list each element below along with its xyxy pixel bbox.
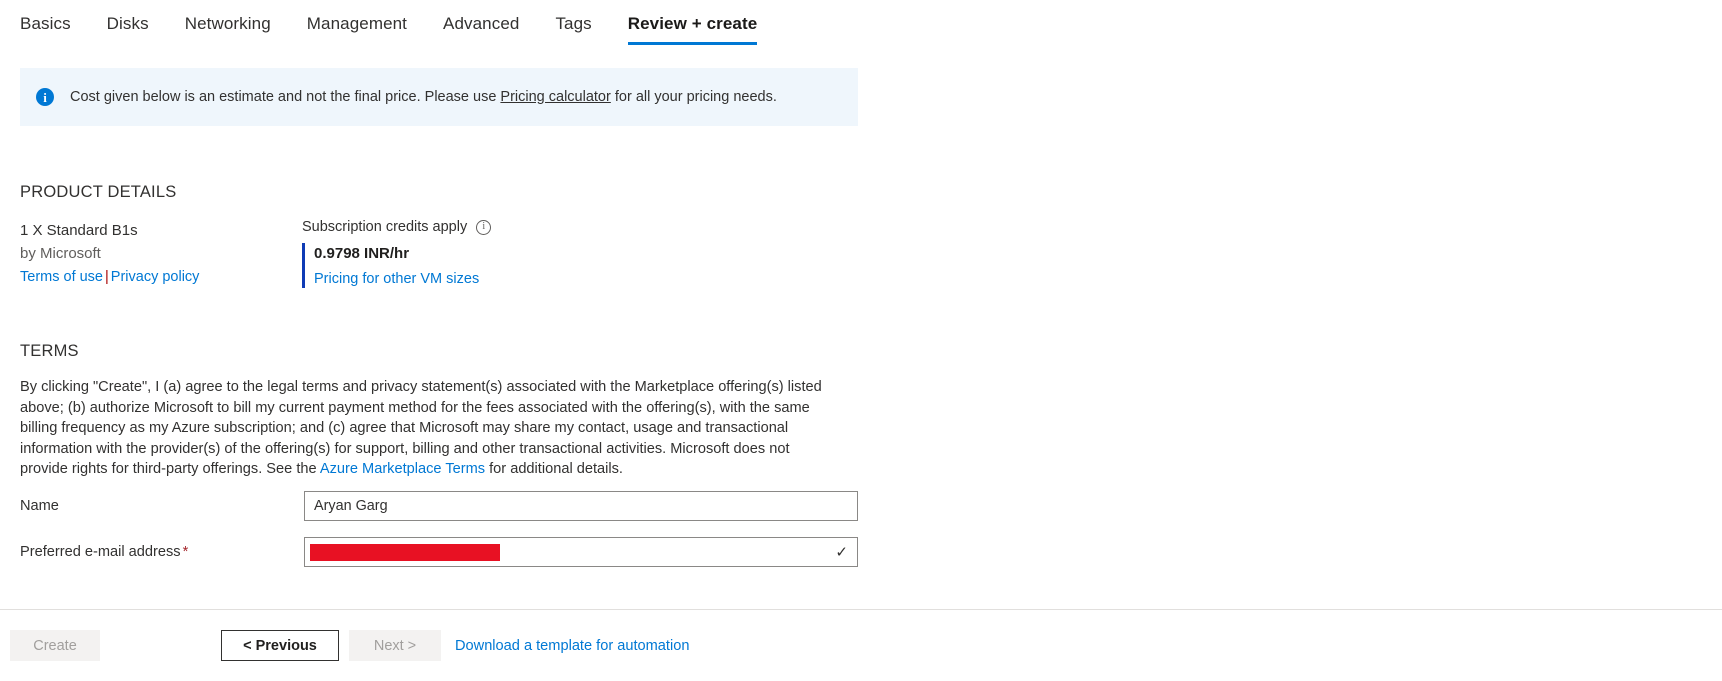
product-details-heading: PRODUCT DETAILS <box>20 183 177 201</box>
required-marker: * <box>182 544 189 560</box>
name-field-row: Name <box>20 491 860 521</box>
price-value: 0.9798 INR/hr <box>314 245 410 262</box>
link-separator: | <box>105 268 109 285</box>
email-label-text: Preferred e-mail address <box>20 544 181 560</box>
download-template-link[interactable]: Download a template for automation <box>455 638 689 654</box>
tab-advanced[interactable]: Advanced <box>443 14 519 45</box>
banner-text-before: Cost given below is an estimate and not … <box>70 88 501 105</box>
terms-text-part2: for additional details. <box>485 461 623 477</box>
redaction-overlay <box>310 544 500 561</box>
tab-disks[interactable]: Disks <box>107 14 149 45</box>
terms-heading: TERMS <box>20 342 79 360</box>
tab-networking[interactable]: Networking <box>185 14 271 45</box>
email-label: Preferred e-mail address * <box>20 544 304 560</box>
terms-of-use-link[interactable]: Terms of use <box>20 269 103 285</box>
product-publisher: by Microsoft <box>20 245 101 263</box>
banner-text-after: for all your pricing needs. <box>610 88 777 105</box>
subscription-credits-label: Subscription credits apply <box>302 219 468 235</box>
product-legal-links: Terms of use | Privacy policy <box>20 266 290 288</box>
tab-basics[interactable]: Basics <box>20 14 71 45</box>
privacy-policy-link[interactable]: Privacy policy <box>111 269 200 285</box>
product-summary: 1 X Standard B1s by Microsoft Terms of u… <box>20 219 290 288</box>
pricing-other-vm-sizes-link[interactable]: Pricing for other VM sizes <box>314 271 479 287</box>
azure-marketplace-terms-link[interactable]: Azure Marketplace Terms <box>320 461 485 477</box>
cost-estimate-banner: i Cost given below is an estimate and no… <box>20 68 858 126</box>
wizard-footer: Create < Previous Next > Download a temp… <box>0 609 1722 681</box>
tab-management[interactable]: Management <box>307 14 407 45</box>
create-button[interactable]: Create <box>10 630 100 661</box>
email-input-wrapper: ✓ <box>304 537 858 567</box>
name-input[interactable] <box>304 491 858 521</box>
name-label: Name <box>20 498 59 514</box>
info-icon: i <box>36 88 54 106</box>
subscription-credits-row: Subscription credits apply i <box>302 219 622 235</box>
product-name: 1 X Standard B1s <box>20 222 138 239</box>
wizard-tab-bar: Basics Disks Networking Management Advan… <box>0 0 1722 53</box>
pricing-calculator-link[interactable]: Pricing calculator <box>500 89 610 105</box>
name-input-wrapper <box>304 491 858 521</box>
terms-paragraph: By clicking "Create", I (a) agree to the… <box>20 377 832 480</box>
pricing-summary: Subscription credits apply i 0.9798 INR/… <box>302 219 622 288</box>
tab-tags[interactable]: Tags <box>555 14 591 45</box>
info-icon[interactable]: i <box>476 219 492 235</box>
previous-button[interactable]: < Previous <box>221 630 339 661</box>
tab-review-create[interactable]: Review + create <box>627 14 758 45</box>
email-field-row: Preferred e-mail address * ✓ <box>20 537 860 567</box>
next-button[interactable]: Next > <box>349 630 441 661</box>
price-block: 0.9798 INR/hr Pricing for other VM sizes <box>302 243 622 288</box>
banner-text: Cost given below is an estimate and not … <box>70 88 777 107</box>
review-create-page: Basics Disks Networking Management Advan… <box>0 0 1722 681</box>
